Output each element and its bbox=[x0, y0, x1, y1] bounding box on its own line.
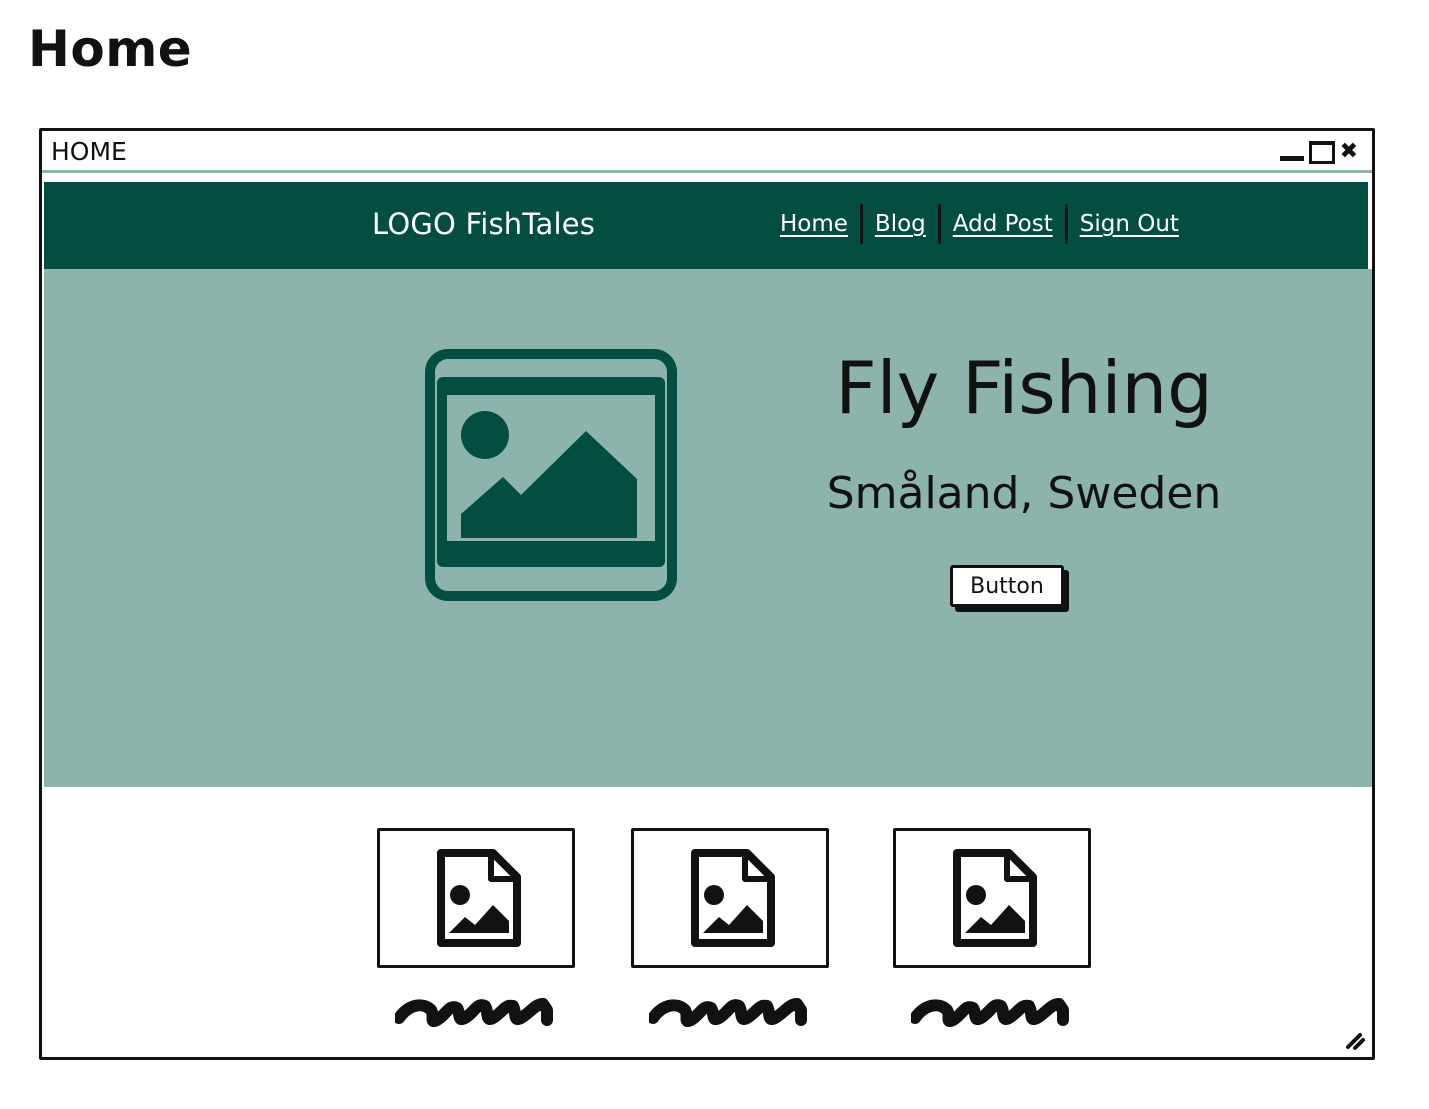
hero-button[interactable]: Button bbox=[950, 565, 1064, 607]
close-icon[interactable]: ✖ bbox=[1340, 141, 1358, 163]
card[interactable] bbox=[377, 828, 575, 1057]
nav-link-add-post[interactable]: Add Post bbox=[945, 208, 1061, 240]
image-file-icon bbox=[691, 849, 775, 947]
text-scribble bbox=[911, 998, 1069, 1027]
resize-grip-icon[interactable] bbox=[1344, 1029, 1366, 1051]
nav-divider bbox=[1064, 204, 1068, 244]
nav-links: Home Blog Add Post Sign Out bbox=[772, 202, 1187, 246]
maximize-icon[interactable] bbox=[1308, 140, 1335, 164]
card[interactable] bbox=[893, 828, 1091, 1057]
nav-link-home[interactable]: Home bbox=[772, 208, 856, 240]
page-heading: Home bbox=[28, 20, 193, 78]
hero-title: Fly Fishing bbox=[835, 346, 1213, 430]
hero-section: Fly Fishing Småland, Sweden Button bbox=[44, 269, 1372, 787]
window-title: HOME bbox=[51, 137, 127, 166]
browser-window: HOME ✖ LOGO FishTales Home Blog Add Post… bbox=[39, 128, 1375, 1060]
card[interactable] bbox=[631, 828, 829, 1057]
card-image-frame bbox=[377, 828, 575, 968]
nav-link-sign-out[interactable]: Sign Out bbox=[1072, 208, 1187, 240]
card-image-frame bbox=[631, 828, 829, 968]
image-file-icon bbox=[437, 849, 521, 947]
nav-link-blog[interactable]: Blog bbox=[867, 208, 934, 240]
nav-divider bbox=[937, 204, 941, 244]
window-controls: ✖ bbox=[1279, 140, 1358, 164]
hero-subtitle: Småland, Sweden bbox=[826, 468, 1222, 519]
nav-divider bbox=[859, 204, 863, 244]
card-grid bbox=[42, 787, 1372, 1057]
minimize-icon[interactable] bbox=[1279, 141, 1304, 163]
logo[interactable]: LOGO FishTales bbox=[372, 206, 595, 242]
text-scribble bbox=[395, 998, 553, 1027]
text-scribble bbox=[649, 998, 807, 1027]
image-file-icon bbox=[953, 849, 1037, 947]
image-placeholder-icon bbox=[425, 349, 677, 601]
window-titlebar: HOME ✖ bbox=[42, 131, 1372, 173]
navbar: LOGO FishTales Home Blog Add Post Sign O… bbox=[44, 182, 1368, 269]
card-image-frame bbox=[893, 828, 1091, 968]
